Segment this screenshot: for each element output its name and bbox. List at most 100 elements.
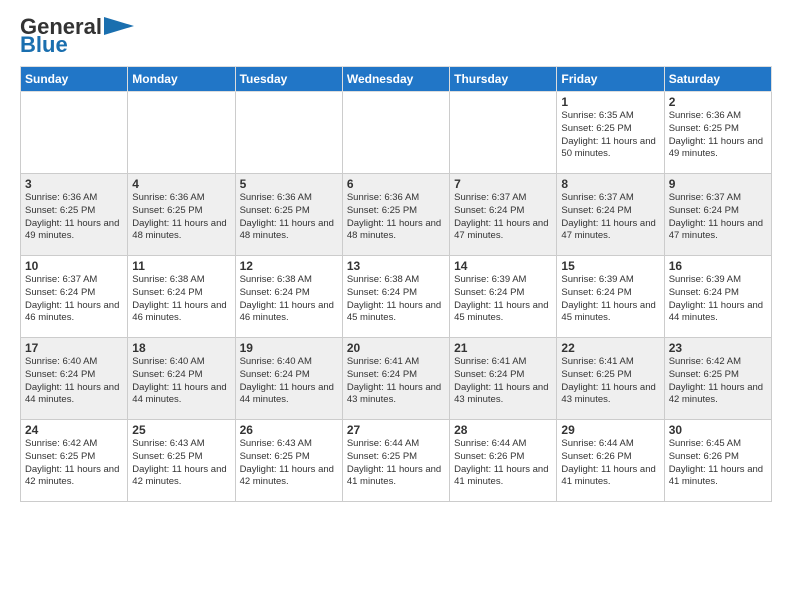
calendar-cell: 17Sunrise: 6:40 AM Sunset: 6:24 PM Dayli…	[21, 338, 128, 420]
day-number: 26	[240, 423, 338, 437]
day-info: Sunrise: 6:39 AM Sunset: 6:24 PM Dayligh…	[669, 274, 767, 325]
calendar-cell: 16Sunrise: 6:39 AM Sunset: 6:24 PM Dayli…	[664, 256, 771, 338]
day-info: Sunrise: 6:43 AM Sunset: 6:25 PM Dayligh…	[240, 438, 338, 489]
day-info: Sunrise: 6:42 AM Sunset: 6:25 PM Dayligh…	[25, 438, 123, 489]
calendar-cell: 15Sunrise: 6:39 AM Sunset: 6:24 PM Dayli…	[557, 256, 664, 338]
logo-arrow-icon	[104, 15, 134, 37]
weekday-header-monday: Monday	[128, 67, 235, 92]
day-number: 11	[132, 259, 230, 273]
calendar-cell: 29Sunrise: 6:44 AM Sunset: 6:26 PM Dayli…	[557, 420, 664, 502]
header: General Blue	[20, 16, 772, 56]
day-info: Sunrise: 6:37 AM Sunset: 6:24 PM Dayligh…	[561, 192, 659, 243]
day-info: Sunrise: 6:37 AM Sunset: 6:24 PM Dayligh…	[454, 192, 552, 243]
day-number: 10	[25, 259, 123, 273]
calendar-cell: 1Sunrise: 6:35 AM Sunset: 6:25 PM Daylig…	[557, 92, 664, 174]
calendar-cell: 10Sunrise: 6:37 AM Sunset: 6:24 PM Dayli…	[21, 256, 128, 338]
calendar-cell: 4Sunrise: 6:36 AM Sunset: 6:25 PM Daylig…	[128, 174, 235, 256]
day-info: Sunrise: 6:37 AM Sunset: 6:24 PM Dayligh…	[669, 192, 767, 243]
day-info: Sunrise: 6:39 AM Sunset: 6:24 PM Dayligh…	[561, 274, 659, 325]
calendar-cell: 8Sunrise: 6:37 AM Sunset: 6:24 PM Daylig…	[557, 174, 664, 256]
calendar-cell: 2Sunrise: 6:36 AM Sunset: 6:25 PM Daylig…	[664, 92, 771, 174]
calendar-header-row: SundayMondayTuesdayWednesdayThursdayFrid…	[21, 67, 772, 92]
calendar-cell: 25Sunrise: 6:43 AM Sunset: 6:25 PM Dayli…	[128, 420, 235, 502]
calendar-cell	[21, 92, 128, 174]
day-number: 13	[347, 259, 445, 273]
day-number: 25	[132, 423, 230, 437]
day-number: 3	[25, 177, 123, 191]
calendar-cell	[450, 92, 557, 174]
calendar-cell	[235, 92, 342, 174]
day-info: Sunrise: 6:40 AM Sunset: 6:24 PM Dayligh…	[25, 356, 123, 407]
calendar-cell: 9Sunrise: 6:37 AM Sunset: 6:24 PM Daylig…	[664, 174, 771, 256]
day-number: 15	[561, 259, 659, 273]
calendar-cell: 3Sunrise: 6:36 AM Sunset: 6:25 PM Daylig…	[21, 174, 128, 256]
day-info: Sunrise: 6:38 AM Sunset: 6:24 PM Dayligh…	[132, 274, 230, 325]
day-number: 18	[132, 341, 230, 355]
day-number: 28	[454, 423, 552, 437]
day-number: 4	[132, 177, 230, 191]
day-number: 29	[561, 423, 659, 437]
calendar-cell: 20Sunrise: 6:41 AM Sunset: 6:24 PM Dayli…	[342, 338, 449, 420]
day-info: Sunrise: 6:36 AM Sunset: 6:25 PM Dayligh…	[347, 192, 445, 243]
calendar-cell: 26Sunrise: 6:43 AM Sunset: 6:25 PM Dayli…	[235, 420, 342, 502]
day-number: 14	[454, 259, 552, 273]
day-info: Sunrise: 6:44 AM Sunset: 6:25 PM Dayligh…	[347, 438, 445, 489]
day-number: 17	[25, 341, 123, 355]
logo: General Blue	[20, 16, 134, 56]
logo-blue: Blue	[20, 34, 68, 56]
day-info: Sunrise: 6:38 AM Sunset: 6:24 PM Dayligh…	[240, 274, 338, 325]
day-number: 19	[240, 341, 338, 355]
weekday-header-tuesday: Tuesday	[235, 67, 342, 92]
day-info: Sunrise: 6:39 AM Sunset: 6:24 PM Dayligh…	[454, 274, 552, 325]
day-number: 23	[669, 341, 767, 355]
weekday-header-sunday: Sunday	[21, 67, 128, 92]
calendar-cell: 22Sunrise: 6:41 AM Sunset: 6:25 PM Dayli…	[557, 338, 664, 420]
day-info: Sunrise: 6:37 AM Sunset: 6:24 PM Dayligh…	[25, 274, 123, 325]
weekday-header-thursday: Thursday	[450, 67, 557, 92]
day-info: Sunrise: 6:45 AM Sunset: 6:26 PM Dayligh…	[669, 438, 767, 489]
day-number: 5	[240, 177, 338, 191]
day-number: 24	[25, 423, 123, 437]
day-info: Sunrise: 6:41 AM Sunset: 6:24 PM Dayligh…	[454, 356, 552, 407]
day-info: Sunrise: 6:42 AM Sunset: 6:25 PM Dayligh…	[669, 356, 767, 407]
day-number: 9	[669, 177, 767, 191]
day-number: 22	[561, 341, 659, 355]
calendar-cell: 6Sunrise: 6:36 AM Sunset: 6:25 PM Daylig…	[342, 174, 449, 256]
day-info: Sunrise: 6:41 AM Sunset: 6:24 PM Dayligh…	[347, 356, 445, 407]
calendar-cell: 23Sunrise: 6:42 AM Sunset: 6:25 PM Dayli…	[664, 338, 771, 420]
calendar-cell: 12Sunrise: 6:38 AM Sunset: 6:24 PM Dayli…	[235, 256, 342, 338]
calendar-cell: 5Sunrise: 6:36 AM Sunset: 6:25 PM Daylig…	[235, 174, 342, 256]
day-number: 30	[669, 423, 767, 437]
calendar-cell	[128, 92, 235, 174]
day-number: 8	[561, 177, 659, 191]
day-number: 7	[454, 177, 552, 191]
day-info: Sunrise: 6:36 AM Sunset: 6:25 PM Dayligh…	[669, 110, 767, 161]
day-number: 21	[454, 341, 552, 355]
calendar-cell: 30Sunrise: 6:45 AM Sunset: 6:26 PM Dayli…	[664, 420, 771, 502]
day-info: Sunrise: 6:40 AM Sunset: 6:24 PM Dayligh…	[132, 356, 230, 407]
weekday-header-saturday: Saturday	[664, 67, 771, 92]
day-number: 16	[669, 259, 767, 273]
weekday-header-wednesday: Wednesday	[342, 67, 449, 92]
day-info: Sunrise: 6:44 AM Sunset: 6:26 PM Dayligh…	[454, 438, 552, 489]
calendar-cell: 28Sunrise: 6:44 AM Sunset: 6:26 PM Dayli…	[450, 420, 557, 502]
day-info: Sunrise: 6:40 AM Sunset: 6:24 PM Dayligh…	[240, 356, 338, 407]
day-info: Sunrise: 6:44 AM Sunset: 6:26 PM Dayligh…	[561, 438, 659, 489]
day-info: Sunrise: 6:35 AM Sunset: 6:25 PM Dayligh…	[561, 110, 659, 161]
day-info: Sunrise: 6:36 AM Sunset: 6:25 PM Dayligh…	[132, 192, 230, 243]
calendar-cell: 19Sunrise: 6:40 AM Sunset: 6:24 PM Dayli…	[235, 338, 342, 420]
day-number: 6	[347, 177, 445, 191]
calendar-cell: 27Sunrise: 6:44 AM Sunset: 6:25 PM Dayli…	[342, 420, 449, 502]
calendar-cell: 13Sunrise: 6:38 AM Sunset: 6:24 PM Dayli…	[342, 256, 449, 338]
day-info: Sunrise: 6:43 AM Sunset: 6:25 PM Dayligh…	[132, 438, 230, 489]
calendar-cell: 14Sunrise: 6:39 AM Sunset: 6:24 PM Dayli…	[450, 256, 557, 338]
day-number: 20	[347, 341, 445, 355]
page: General Blue SundayMondayTuesdayWednesda…	[0, 0, 792, 612]
day-info: Sunrise: 6:36 AM Sunset: 6:25 PM Dayligh…	[25, 192, 123, 243]
day-number: 12	[240, 259, 338, 273]
day-number: 27	[347, 423, 445, 437]
calendar-cell: 24Sunrise: 6:42 AM Sunset: 6:25 PM Dayli…	[21, 420, 128, 502]
day-info: Sunrise: 6:41 AM Sunset: 6:25 PM Dayligh…	[561, 356, 659, 407]
day-number: 2	[669, 95, 767, 109]
day-info: Sunrise: 6:36 AM Sunset: 6:25 PM Dayligh…	[240, 192, 338, 243]
